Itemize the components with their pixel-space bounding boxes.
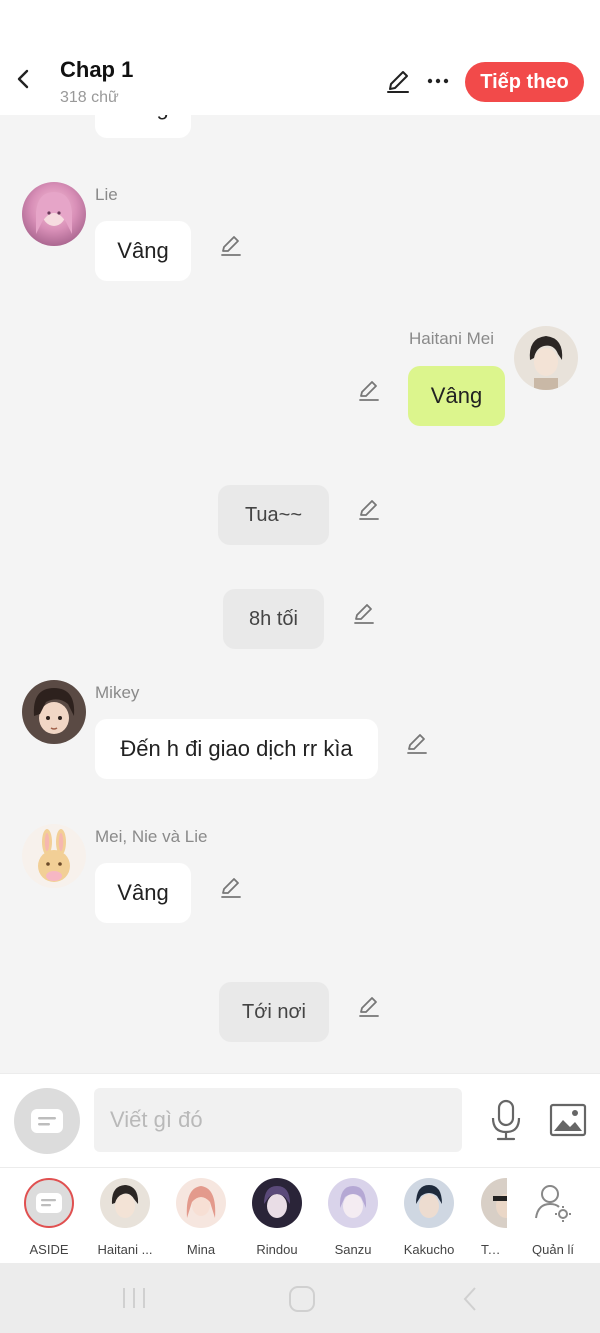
chapter-header: Chap 1 318 chữ Tiếp theo (0, 45, 600, 115)
microphone-button[interactable] (486, 1098, 526, 1142)
character-portrait-icon (339, 1186, 367, 1218)
bunny-icon (38, 829, 70, 882)
more-options-button[interactable] (422, 65, 454, 97)
message-box-icon (36, 1193, 62, 1213)
pink-hair-girl-avatar[interactable] (22, 182, 86, 246)
character-portrait-icon (264, 1186, 290, 1218)
character-portrait-icon (33, 688, 75, 734)
character-name: ASIDE (29, 1242, 69, 1257)
kakucho-avatar (404, 1178, 454, 1228)
next-chapter-button[interactable]: Tiếp theo (465, 62, 584, 102)
character-portrait-icon (493, 1194, 507, 1218)
home-icon[interactable] (288, 1285, 316, 1313)
more-dots-icon (427, 78, 449, 84)
character-portrait-icon (36, 192, 72, 234)
message-bubble[interactable]: Đến h đi giao dịch rr kìa (95, 719, 378, 779)
user-gear-icon (535, 1185, 571, 1222)
my-message-bubble[interactable]: Vâng (408, 366, 505, 426)
microphone-icon (491, 1099, 521, 1141)
message-input[interactable] (94, 1088, 462, 1152)
narration-bubble[interactable]: Tua~~ (218, 485, 329, 545)
haitani-avatar (100, 1178, 150, 1228)
word-count: 318 chữ (60, 89, 119, 106)
character-bar: ASIDE Haitani ... Mina Rindou Sanzu Kaku… (0, 1167, 600, 1263)
character-name: Rindou (256, 1242, 298, 1257)
edit-chapter-button[interactable] (382, 65, 414, 97)
dark-hair-boy-avatar[interactable] (514, 326, 578, 390)
message-bubble[interactable]: Vâng (95, 863, 191, 923)
character-portrait-icon (186, 1186, 216, 1218)
sanzu-avatar (328, 1178, 378, 1228)
manage-characters-button[interactable]: Quản lí (515, 1178, 591, 1257)
character-name: Take (481, 1242, 507, 1257)
character-name: Haitani ... (97, 1242, 153, 1257)
message-box-icon (31, 1109, 63, 1133)
chevron-left-icon (17, 69, 29, 89)
chat-area[interactable]: Vâng Lie Vâng Haitani Mei Vâng Tua~~ 8h … (0, 115, 600, 1073)
take-avatar (481, 1178, 507, 1228)
edit-message-icon[interactable] (218, 874, 244, 900)
composer-bar (0, 1073, 600, 1167)
character-take[interactable]: Take (467, 1178, 507, 1257)
character-portrait-icon (416, 1185, 442, 1218)
sender-name: Haitani Mei (409, 329, 495, 348)
image-icon (549, 1103, 587, 1137)
aside-icon (24, 1178, 74, 1228)
character-name: Kakucho (403, 1242, 455, 1257)
character-name: Sanzu (334, 1242, 372, 1257)
character-aside[interactable]: ASIDE (11, 1178, 87, 1257)
mikey-avatar[interactable] (22, 680, 86, 744)
edit-message-icon[interactable] (356, 377, 382, 403)
pencil-icon (387, 71, 409, 93)
message-bubble[interactable]: Vâng (95, 221, 191, 281)
page-title: Chap 1 (60, 57, 134, 82)
back-button[interactable] (8, 63, 40, 95)
status-bar (0, 0, 600, 45)
character-kakucho[interactable]: Kakucho (391, 1178, 467, 1257)
bunny-avatar[interactable] (22, 824, 86, 888)
character-mina[interactable]: Mina (163, 1178, 239, 1257)
image-button[interactable] (548, 1100, 588, 1140)
aside-toggle-button[interactable] (14, 1088, 80, 1154)
back-nav-icon[interactable] (458, 1285, 482, 1313)
narration-bubble[interactable]: 8h tối (223, 589, 324, 649)
rindou-avatar (252, 1178, 302, 1228)
edit-message-icon[interactable] (356, 993, 382, 1019)
character-sanzu[interactable]: Sanzu (315, 1178, 391, 1257)
mina-avatar (176, 1178, 226, 1228)
edit-message-icon[interactable] (356, 496, 382, 522)
recent-apps-icon[interactable] (120, 1285, 148, 1311)
message-bubble[interactable]: Vâng (95, 115, 191, 138)
character-name: Quản lí (532, 1242, 574, 1257)
edit-message-icon[interactable] (218, 232, 244, 258)
sender-name: Mei, Nie và Lie (95, 827, 208, 846)
narration-bubble[interactable]: Tới nơi (219, 982, 329, 1042)
character-name: Mina (186, 1242, 216, 1257)
character-rindou[interactable]: Rindou (239, 1178, 315, 1257)
character-portrait-icon (529, 336, 563, 390)
sender-name: Mikey (95, 683, 140, 702)
edit-message-icon[interactable] (351, 600, 377, 626)
character-portrait-icon (111, 1185, 139, 1218)
character-haitani[interactable]: Haitani ... (87, 1178, 163, 1257)
sender-name: Lie (95, 185, 118, 204)
edit-message-icon[interactable] (404, 730, 430, 756)
system-nav-bar (0, 1263, 600, 1333)
manage-users-icon (528, 1178, 578, 1228)
